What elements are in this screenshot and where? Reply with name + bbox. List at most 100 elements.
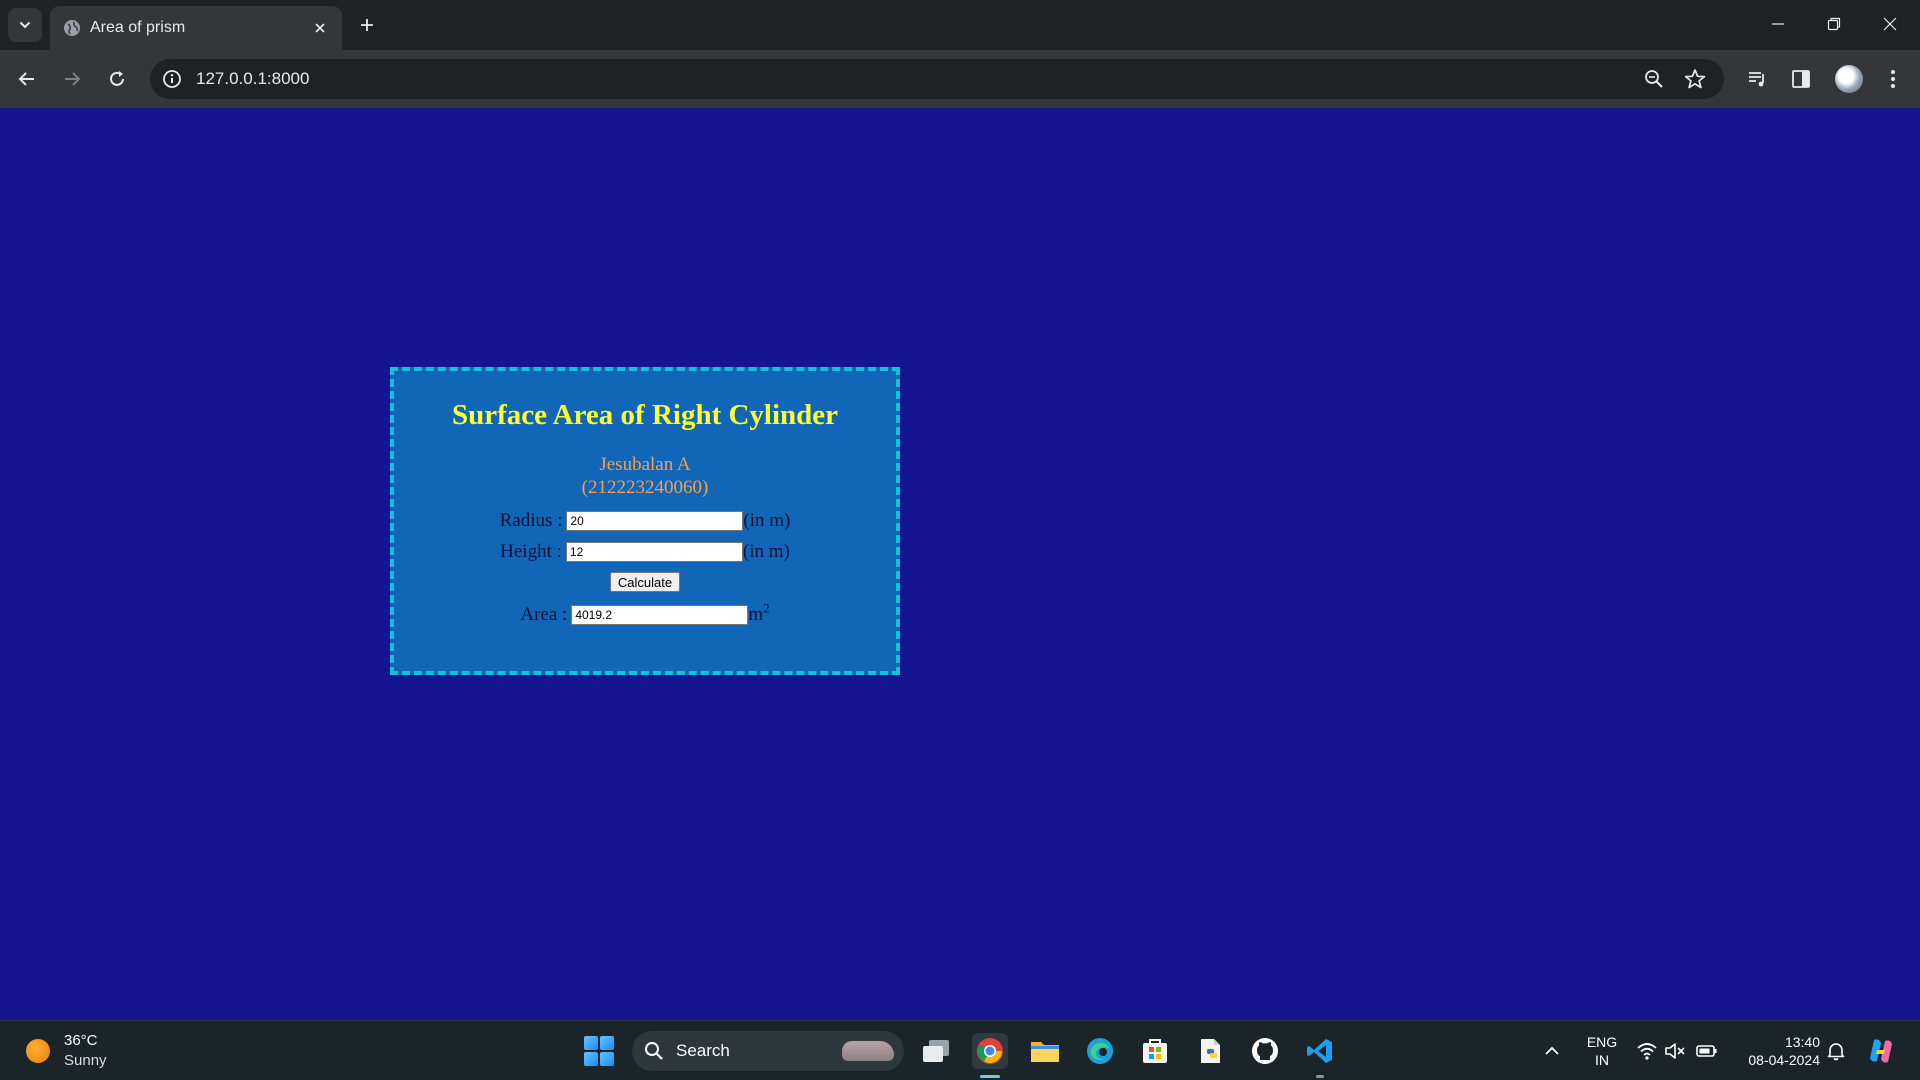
- author-info: Jesubalan A (212223240060): [394, 453, 896, 499]
- back-icon: [18, 72, 34, 86]
- search-label: Search: [676, 1041, 730, 1060]
- new-tab-button[interactable]: [352, 10, 382, 40]
- language-code: ENG: [1586, 1034, 1618, 1050]
- url-text[interactable]: 127.0.0.1:8000: [196, 69, 309, 89]
- author-name: Jesubalan A: [599, 454, 691, 475]
- window-close-icon: [1883, 17, 1897, 31]
- author-id: (212223240060): [581, 477, 709, 498]
- browser-menu-button[interactable]: [1878, 64, 1908, 94]
- restore-button[interactable]: [1806, 0, 1862, 48]
- chevron-down-icon: [20, 22, 30, 29]
- wifi-icon[interactable]: [1636, 1041, 1658, 1061]
- area-label: Area :: [520, 604, 568, 625]
- start-tile-3: [584, 1052, 598, 1066]
- search-highlight-image: [842, 1041, 894, 1061]
- chevron-up-icon[interactable]: [1542, 1041, 1562, 1061]
- area-unit-exponent: 2: [763, 600, 770, 616]
- edge-icon: [1087, 1038, 1113, 1064]
- media-controls-button[interactable]: [1742, 64, 1772, 94]
- area-row: Area : m2: [394, 600, 896, 627]
- start-tile-1: [584, 1036, 598, 1050]
- forward-button[interactable]: [55, 62, 89, 96]
- windows-start-icon[interactable]: [584, 1036, 614, 1066]
- side-panel-button[interactable]: [1786, 64, 1816, 94]
- github-icon: [1252, 1038, 1278, 1064]
- close-icon: [315, 23, 325, 33]
- chrome-active-indicator: [980, 1075, 1000, 1078]
- area-unit: m2: [748, 600, 770, 627]
- language-indicator[interactable]: ENG IN: [1584, 1033, 1620, 1069]
- star-icon: [1684, 69, 1706, 89]
- reload-button[interactable]: [100, 62, 134, 96]
- folder-icon: [1031, 1042, 1059, 1062]
- reload-icon: [110, 71, 124, 86]
- chrome-icon: [977, 1038, 1003, 1064]
- profile-avatar[interactable]: [1835, 65, 1863, 93]
- copilot-icon[interactable]: [1866, 1037, 1896, 1065]
- search-icon: [645, 1042, 663, 1060]
- height-unit: (in m): [742, 541, 790, 562]
- height-label: Height :: [500, 541, 562, 562]
- address-bar[interactable]: 127.0.0.1:8000: [150, 59, 1724, 99]
- taskbar-vscode[interactable]: [1302, 1033, 1338, 1069]
- weather-condition[interactable]: Sunny: [64, 1052, 107, 1069]
- taskbar-chrome[interactable]: [972, 1033, 1008, 1069]
- taskbar-github[interactable]: [1247, 1033, 1283, 1069]
- area-output[interactable]: [571, 605, 749, 625]
- taskbar-file-explorer[interactable]: [1027, 1033, 1063, 1069]
- height-row: Height : (in m): [394, 540, 896, 564]
- back-button[interactable]: [10, 62, 44, 96]
- sun-icon[interactable]: [26, 1039, 50, 1063]
- radius-input[interactable]: [566, 511, 744, 531]
- volume-muted-icon[interactable]: [1664, 1041, 1686, 1061]
- tab-title: Area of prism: [90, 19, 186, 36]
- taskbar-store[interactable]: [1137, 1033, 1173, 1069]
- info-icon: [163, 70, 181, 88]
- minimize-button[interactable]: [1750, 0, 1806, 48]
- calculate-button[interactable]: Calculate: [609, 572, 681, 592]
- menu-icon: [1891, 70, 1895, 88]
- radius-label: Radius :: [499, 510, 563, 531]
- browser-toolbar: 127.0.0.1:8000: [0, 50, 1920, 108]
- system-clock[interactable]: 13:40 08-04-2024: [1736, 1033, 1820, 1069]
- taskbar-edge[interactable]: [1082, 1033, 1118, 1069]
- store-icon: [1143, 1039, 1167, 1063]
- radius-row: Radius : (in m): [394, 509, 896, 533]
- globe-icon: [64, 20, 80, 36]
- notification-bell-icon[interactable]: [1826, 1041, 1846, 1061]
- area-unit-base: m: [748, 604, 764, 625]
- bookmark-button[interactable]: [1683, 67, 1707, 91]
- site-info-button[interactable]: [160, 67, 184, 91]
- clock-time: 13:40: [1784, 1034, 1820, 1050]
- height-input[interactable]: [565, 542, 743, 562]
- forward-icon: [65, 72, 81, 86]
- taskbar-search[interactable]: Search: [632, 1031, 904, 1071]
- browser-tab-active[interactable]: Area of prism: [50, 6, 342, 50]
- task-view-button[interactable]: [918, 1033, 954, 1069]
- task-view-icon: [923, 1040, 949, 1062]
- zoom-icon: [1645, 70, 1663, 88]
- taskbar-python-file[interactable]: [1192, 1033, 1228, 1069]
- window-close-button[interactable]: [1862, 0, 1918, 48]
- tab-close-button[interactable]: [308, 16, 332, 40]
- taskbar: 36°C Sunny Search ENG IN 13:40 08-04-202…: [0, 1020, 1920, 1080]
- tab-list-button[interactable]: [8, 8, 42, 42]
- battery-icon[interactable]: [1696, 1041, 1718, 1061]
- calculator-card: Surface Area of Right Cylinder Jesubalan…: [390, 367, 900, 675]
- zoom-button[interactable]: [1642, 67, 1666, 91]
- clock-date: 08-04-2024: [1748, 1052, 1820, 1068]
- vscode-icon: [1307, 1039, 1332, 1063]
- start-tile-2: [600, 1036, 614, 1050]
- vscode-running-indicator: [1316, 1075, 1324, 1078]
- weather-temperature[interactable]: 36°C: [64, 1032, 98, 1049]
- python-file-icon: [1201, 1039, 1220, 1063]
- start-tile-4: [600, 1052, 614, 1066]
- page-title: Surface Area of Right Cylinder: [451, 399, 839, 431]
- side-panel-icon: [1792, 70, 1810, 88]
- minimize-icon: [1772, 23, 1784, 25]
- browser-tab-bar: Area of prism: [0, 0, 1920, 50]
- media-icon: [1749, 72, 1764, 87]
- plus-icon: [361, 19, 373, 31]
- region-code: IN: [1595, 1052, 1609, 1068]
- page-viewport: Surface Area of Right Cylinder Jesubalan…: [0, 108, 1920, 1020]
